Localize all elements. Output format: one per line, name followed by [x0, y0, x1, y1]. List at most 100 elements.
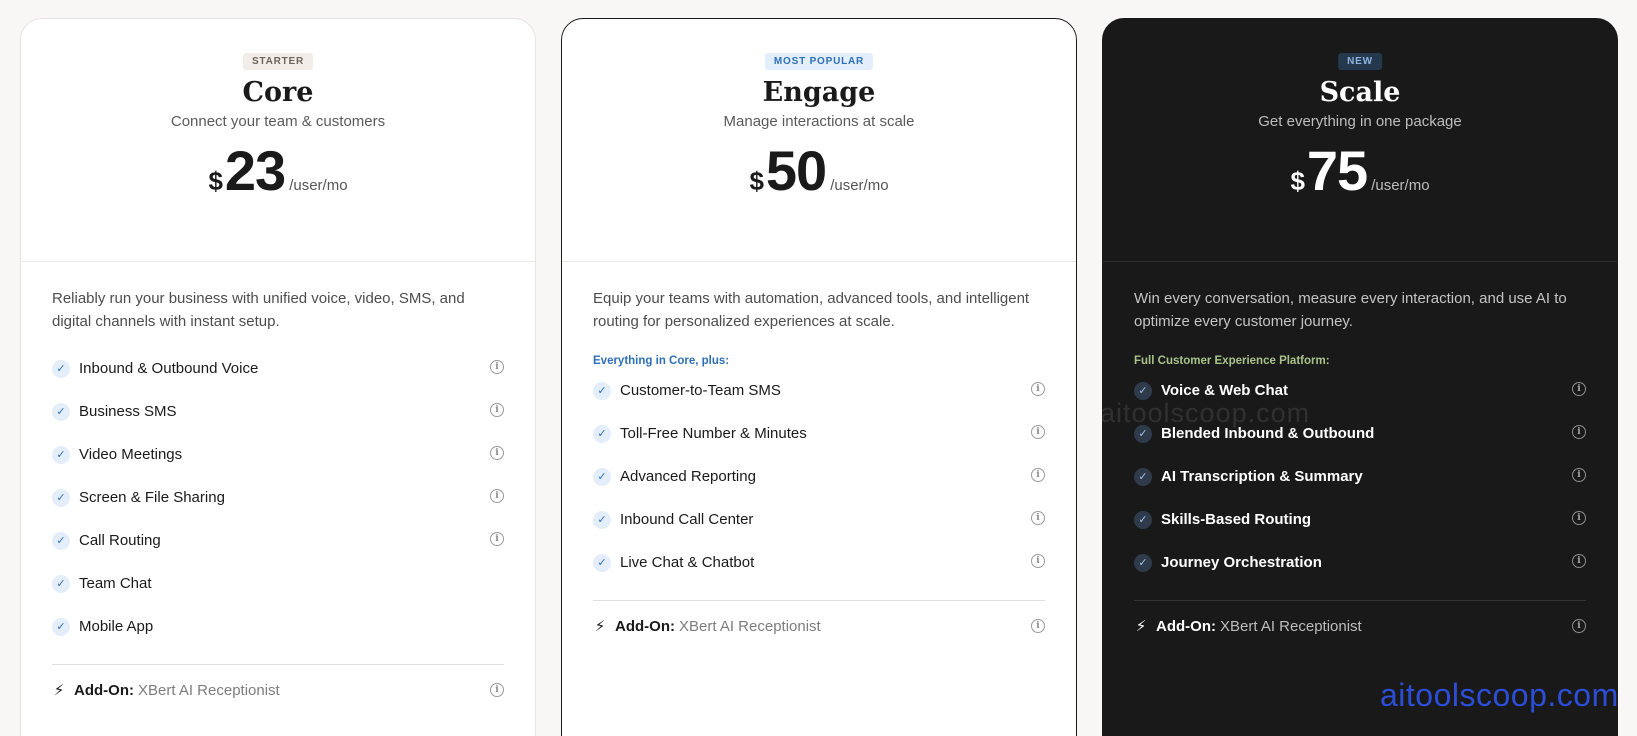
price-currency: $ [749, 166, 764, 196]
plan-header: MOST POPULAR Engage Manage interactions … [562, 19, 1076, 262]
plan-body: Win every conversation, measure every in… [1103, 262, 1617, 651]
info-icon[interactable]: i [1572, 554, 1586, 568]
plan-name: Engage [762, 77, 876, 108]
plan-body: Equip your teams with automation, advanc… [562, 262, 1076, 651]
addon-row: ⚡ Add-On: XBert AI Receptionist i [52, 665, 504, 715]
info-icon[interactable]: i [490, 489, 504, 503]
plan-badge: STARTER [242, 53, 314, 70]
feature-item: ✓ Customer-to-Team SMS i [593, 369, 1045, 412]
price-unit: /user/mo [830, 177, 889, 194]
info-icon[interactable]: i [1031, 554, 1045, 568]
addon-value: XBert AI Receptionist [137, 681, 280, 699]
plan-price: $ 23 /user/mo [21, 143, 535, 199]
info-icon[interactable]: i [490, 360, 504, 374]
feature-item: ✓ Inbound Call Center i [593, 498, 1045, 541]
info-icon[interactable]: i [1031, 425, 1045, 439]
check-icon: ✓ [593, 467, 611, 486]
watermark: aitoolscoop.com [1380, 677, 1619, 713]
check-icon: ✓ [52, 617, 70, 636]
price-currency: $ [1290, 166, 1305, 196]
plan-name: Scale [1319, 77, 1401, 108]
info-icon[interactable]: i [1572, 468, 1586, 482]
plan-name: Core [242, 77, 314, 108]
feature-item: ✓ Call Routing i [52, 519, 504, 562]
price-amount: 50 [765, 139, 827, 202]
plan-card-scale: NEW Scale Get everything in one package … [1102, 18, 1618, 736]
plan-tagline: Connect your team & customers [170, 113, 386, 130]
check-icon: ✓ [593, 424, 611, 443]
addon-value: XBert AI Receptionist [1219, 617, 1362, 635]
check-icon: ✓ [1134, 467, 1152, 486]
plan-badge: MOST POPULAR [764, 53, 874, 70]
feature-label: Team Chat [79, 575, 152, 592]
check-icon: ✓ [52, 402, 70, 421]
plan-price: $ 75 /user/mo [1103, 143, 1617, 199]
addon-label: Add-On: [1156, 617, 1216, 635]
info-icon[interactable]: i [1572, 511, 1586, 525]
feature-label: Live Chat & Chatbot [620, 554, 755, 571]
feature-label: Customer-to-Team SMS [620, 382, 781, 399]
check-icon: ✓ [1134, 381, 1152, 400]
info-icon[interactable]: i [1031, 511, 1045, 525]
info-icon[interactable]: i [1031, 468, 1045, 482]
feature-item: ✓ Mobile App [52, 605, 504, 648]
feature-list: ✓ Inbound & Outbound Voice i ✓ Business SMS… [52, 347, 504, 648]
feature-label: Journey Orchestration [1161, 554, 1322, 571]
price-unit: /user/mo [1371, 177, 1430, 194]
check-icon: ✓ [1134, 510, 1152, 529]
watermark: aitoolscoop.com [1100, 398, 1311, 428]
info-icon[interactable]: i [490, 446, 504, 460]
plan-body: Reliably run your business with unified … [21, 262, 535, 715]
info-icon[interactable]: i [1031, 382, 1045, 396]
info-icon[interactable]: i [1572, 425, 1586, 439]
feature-item: ✓ Video Meetings i [52, 433, 504, 476]
feature-label: Screen & File Sharing [79, 489, 225, 506]
feature-label: Skills-Based Routing [1161, 511, 1312, 528]
feature-item: ✓ Journey Orchestration i [1134, 541, 1586, 584]
price-currency: $ [208, 166, 223, 196]
pricing-cards: STARTER Core Connect your team & custome… [20, 18, 1620, 736]
feature-label: Video Meetings [79, 446, 183, 463]
feature-label: Advanced Reporting [620, 468, 756, 485]
check-icon: ✓ [52, 445, 70, 464]
feature-label: Inbound & Outbound Voice [79, 360, 259, 377]
sparkle-icon: ⚡ [1135, 618, 1147, 635]
addon-value: XBert AI Receptionist [678, 617, 821, 635]
plan-description: Equip your teams with automation, advanc… [593, 290, 1030, 330]
plan-header: NEW Scale Get everything in one package … [1103, 19, 1617, 262]
plan-card-engage: MOST POPULAR Engage Manage interactions … [561, 18, 1077, 736]
price-amount: 75 [1306, 139, 1368, 202]
check-icon: ✓ [593, 381, 611, 400]
check-icon: ✓ [52, 359, 70, 378]
feature-label: Toll-Free Number & Minutes [620, 425, 807, 442]
info-icon[interactable]: i [490, 532, 504, 546]
check-icon: ✓ [52, 531, 70, 550]
addon-label: Add-On: [74, 681, 134, 699]
plan-description: Reliably run your business with unified … [52, 290, 465, 330]
feature-item: ✓ Advanced Reporting i [593, 455, 1045, 498]
addon-label: Add-On: [615, 617, 675, 635]
check-icon: ✓ [52, 574, 70, 593]
plan-card-core: STARTER Core Connect your team & custome… [20, 18, 536, 736]
info-icon[interactable]: i [1572, 619, 1586, 633]
plan-price: $ 50 /user/mo [562, 143, 1076, 199]
section-label: Full Customer Experience Platform: [1134, 355, 1330, 367]
check-icon: ✓ [1134, 553, 1152, 572]
check-icon: ✓ [593, 553, 611, 572]
info-icon[interactable]: i [1031, 619, 1045, 633]
feature-item: ✓ AI Transcription & Summary i [1134, 455, 1586, 498]
check-icon: ✓ [593, 510, 611, 529]
price-unit: /user/mo [289, 177, 348, 194]
info-icon[interactable]: i [1572, 382, 1586, 396]
feature-item: ✓ Screen & File Sharing i [52, 476, 504, 519]
info-icon[interactable]: i [490, 683, 504, 697]
feature-label: Mobile App [79, 618, 154, 635]
feature-label: Call Routing [79, 532, 161, 549]
info-icon[interactable]: i [490, 403, 504, 417]
plan-badge: NEW [1338, 53, 1382, 70]
price-amount: 23 [224, 139, 286, 202]
addon-row: ⚡ Add-On: XBert AI Receptionist i [593, 601, 1045, 651]
feature-label: Inbound Call Center [620, 511, 754, 528]
feature-item: ✓ Live Chat & Chatbot i [593, 541, 1045, 584]
feature-item: ✓ Inbound & Outbound Voice i [52, 347, 504, 390]
